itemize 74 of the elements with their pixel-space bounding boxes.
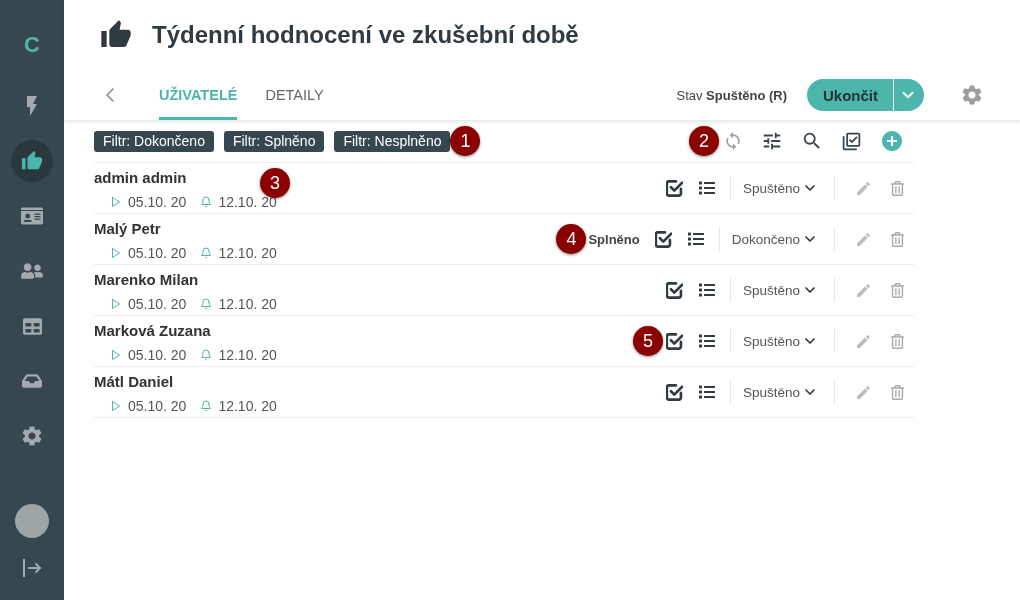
user-name: Marková Zuzana bbox=[94, 322, 211, 340]
status-dropdown[interactable]: Spuštěno bbox=[742, 384, 818, 400]
end-button[interactable]: Ukončit bbox=[807, 79, 893, 111]
tab[interactable]: DETAILY bbox=[265, 70, 324, 120]
id-card-icon bbox=[21, 205, 43, 227]
check-square-icon[interactable] bbox=[665, 179, 683, 197]
check-square-icon[interactable] bbox=[665, 281, 683, 299]
check-square-icon[interactable] bbox=[665, 332, 683, 350]
refresh-icon[interactable] bbox=[723, 131, 743, 151]
user-name: Malý Petr bbox=[94, 220, 161, 238]
check-square-icon[interactable] bbox=[665, 383, 683, 401]
play-icon bbox=[110, 196, 122, 208]
filter-chip[interactable]: Filtr: Nesplněno bbox=[334, 130, 451, 152]
callout-marker: 1 bbox=[450, 126, 481, 156]
list-icon[interactable] bbox=[698, 180, 715, 196]
bell-icon bbox=[200, 400, 213, 412]
settings-icon bbox=[20, 424, 44, 448]
status-dropdown[interactable]: Spuštěno bbox=[742, 180, 818, 196]
start-date: 05.10. 20 bbox=[128, 296, 187, 312]
due-date: 12.10. 20 bbox=[218, 245, 277, 261]
status-dropdown[interactable]: Spuštěno bbox=[742, 333, 818, 349]
search-icon[interactable] bbox=[801, 130, 823, 152]
users-icon bbox=[21, 260, 43, 282]
callout-marker: 3 bbox=[260, 168, 290, 198]
trash-icon[interactable] bbox=[890, 384, 905, 400]
avatar[interactable] bbox=[15, 504, 49, 538]
list-icon[interactable] bbox=[698, 384, 715, 400]
user-name: Mátl Daniel bbox=[94, 373, 174, 391]
bell-icon bbox=[200, 349, 213, 361]
list-icon[interactable] bbox=[698, 282, 715, 298]
callout-marker: 5 bbox=[632, 326, 663, 356]
list-icon[interactable] bbox=[698, 333, 715, 349]
bell-icon bbox=[200, 247, 213, 259]
trash-icon[interactable] bbox=[890, 333, 905, 349]
bell-icon bbox=[200, 196, 213, 208]
status-text: Stav Spuštěno (R) bbox=[676, 87, 787, 103]
table-icon bbox=[22, 316, 42, 336]
nav-button[interactable] bbox=[11, 140, 53, 182]
play-icon bbox=[110, 400, 122, 412]
callout-marker: 4 bbox=[556, 224, 587, 254]
page-title: Týdenní hodnocení ve zkušební době bbox=[152, 21, 579, 49]
inbox-icon bbox=[22, 371, 42, 391]
thumbs-up-icon bbox=[21, 150, 43, 172]
callout-marker: 2 bbox=[689, 126, 719, 156]
filter-chip[interactable]: Filtr: Splněno bbox=[223, 130, 325, 152]
play-icon bbox=[110, 247, 122, 259]
start-date: 05.10. 20 bbox=[128, 194, 187, 210]
dropdown-toggle-button[interactable] bbox=[893, 79, 924, 111]
due-date: 12.10. 20 bbox=[218, 296, 277, 312]
bell-icon bbox=[200, 298, 213, 310]
trash-icon[interactable] bbox=[890, 282, 905, 298]
logout-icon[interactable] bbox=[22, 558, 42, 578]
due-date: 12.10. 20 bbox=[218, 398, 277, 414]
list-icon[interactable] bbox=[687, 231, 704, 247]
status-dropdown[interactable]: Spuštěno bbox=[742, 282, 818, 298]
trash-icon[interactable] bbox=[890, 231, 905, 247]
trash-icon[interactable] bbox=[890, 180, 905, 196]
add-icon[interactable] bbox=[880, 129, 904, 153]
copy-check-icon[interactable] bbox=[841, 130, 862, 152]
result-text: Splněno bbox=[588, 231, 640, 247]
start-date: 05.10. 20 bbox=[128, 347, 187, 363]
filter-chip[interactable]: Filtr: Dokončeno bbox=[94, 130, 214, 152]
user-name: admin admin bbox=[94, 169, 187, 187]
sliders-icon[interactable] bbox=[761, 130, 783, 152]
app-logo[interactable]: C bbox=[24, 30, 40, 60]
start-date: 05.10. 20 bbox=[128, 245, 187, 261]
user-name: Marenko Milan bbox=[94, 271, 199, 289]
check-square-icon[interactable] bbox=[654, 230, 672, 248]
play-icon bbox=[110, 298, 122, 310]
play-icon bbox=[110, 349, 122, 361]
settings-icon[interactable] bbox=[960, 83, 984, 107]
due-date: 12.10. 20 bbox=[218, 347, 277, 363]
start-date: 05.10. 20 bbox=[128, 398, 187, 414]
status-dropdown[interactable]: Dokončeno bbox=[731, 231, 818, 247]
